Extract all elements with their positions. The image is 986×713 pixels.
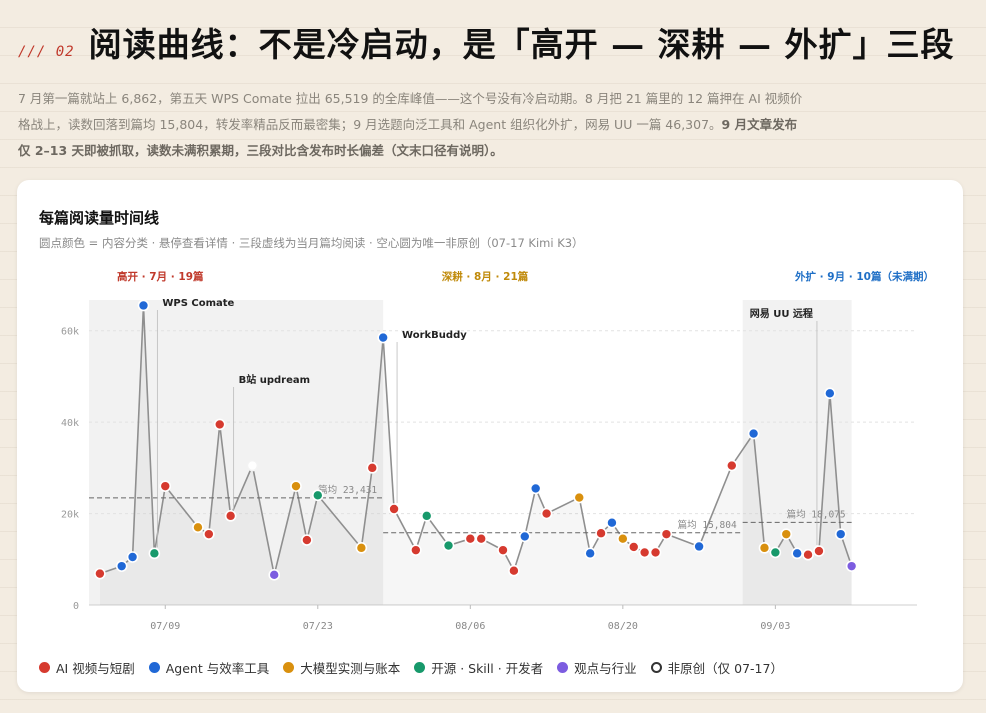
y-tick-label: 40k: [61, 418, 79, 429]
phase-mean-label-0: 篇均 23,431: [318, 484, 377, 496]
legend-item-llm: 大模型实测与账本: [283, 658, 400, 677]
data-point-llm: [780, 528, 793, 540]
data-point-ai_video: [813, 545, 825, 557]
annotation-label: WPS Comate: [162, 298, 234, 309]
legend-swatch: [414, 662, 426, 673]
category-legend: AI 视频与短剧 Agent 与效率工具 大模型实测与账本 开源 · Skill · …: [39, 658, 783, 677]
data-point-agent: [529, 482, 542, 495]
legend-item-ai_video: AI 视频与短剧: [39, 658, 135, 677]
section-label: /// 02: [18, 44, 75, 60]
data-point-ai_video: [497, 544, 509, 556]
phase-mean-label-1: 篇均 15,804: [678, 519, 737, 531]
data-point-ai_video: [649, 546, 662, 559]
page-header: /// 02 阅读曲线：不是冷启动，是「高开 — 深耕 — 外扩」三段: [18, 18, 968, 66]
data-point-ai_video: [410, 544, 422, 556]
data-point-agent: [377, 331, 389, 344]
data-point-opensource: [442, 539, 455, 552]
x-tick-label: 09/03: [760, 621, 790, 632]
data-point-llm: [617, 532, 629, 545]
legend-label: 非原创（仅 07-17）: [667, 661, 783, 676]
data-point-agent: [115, 560, 128, 572]
y-tick-label: 20k: [61, 510, 79, 521]
data-point-ai_video: [802, 548, 814, 561]
legend-label: 开源 · Skill · 开发者: [431, 661, 544, 676]
phase-label-0: 高开 · 7月 · 19篇: [117, 270, 204, 283]
data-point-agent: [606, 516, 618, 529]
y-tick-label: 0: [73, 601, 79, 612]
legend-item-nonoriginal: 非原创（仅 07-17）: [650, 658, 783, 677]
legend-label: 大模型实测与账本: [300, 661, 401, 676]
data-point-agent: [126, 551, 139, 563]
intro-paragraph: 7 月第一篇就站上 6,862，第五天 WPS Comate 拉出 65,519…: [18, 86, 808, 164]
data-point-ai_video: [224, 510, 237, 522]
x-tick-label: 07/23: [303, 621, 333, 632]
data-point-llm: [573, 491, 586, 504]
data-point-agent: [824, 387, 836, 400]
x-tick-label: 08/20: [608, 621, 638, 632]
phase-label-2: 外扩 · 9月 · 10篇（未满期）: [794, 270, 934, 283]
data-point-agent: [518, 530, 531, 543]
data-point-opinion: [268, 569, 281, 581]
data-point-nonoriginal: [246, 459, 259, 472]
y-tick-label: 60k: [61, 327, 79, 338]
data-point-opensource: [311, 489, 324, 502]
data-point-ai_video: [725, 459, 738, 472]
data-point-agent: [834, 528, 847, 540]
data-point-ai_video: [595, 527, 607, 540]
data-point-ai_video: [301, 534, 313, 546]
data-point-ai_video: [475, 532, 488, 545]
data-point-llm: [290, 480, 302, 492]
legend-swatch: [39, 662, 50, 673]
data-point-ai_video: [366, 462, 379, 474]
data-point-opensource: [148, 547, 161, 560]
data-point-opinion: [845, 560, 858, 572]
data-point-agent: [693, 540, 705, 553]
data-point-ai_video: [638, 546, 651, 559]
legend-swatch: [148, 662, 160, 673]
x-tick-label: 08/06: [455, 621, 485, 632]
data-point-agent: [747, 427, 760, 440]
page-title: 阅读曲线：不是冷启动，是「高开 — 深耕 — 外扩」三段: [88, 25, 955, 64]
legend-item-agent: Agent 与效率工具: [148, 658, 270, 677]
data-point-llm: [355, 542, 368, 554]
annotation-label: B站 updream: [239, 373, 310, 386]
data-point-ai_video: [159, 480, 172, 492]
legend-label: AI 视频与短剧: [56, 661, 135, 676]
legend-item-opensource: 开源 · Skill · 开发者: [414, 658, 543, 677]
legend-swatch: [650, 662, 662, 673]
data-point-ai_video: [627, 541, 640, 553]
reading-timeline-chart: 0 20k 40k 60k 07/09 07/23 08/06 08/20 09/03 篇均 23…: [61, 270, 934, 632]
data-point-ai_video: [203, 528, 215, 540]
annotation-label: 网易 UU 远程: [750, 307, 813, 320]
legend-swatch: [283, 662, 295, 673]
legend-item-opinion: 观点与行业: [557, 658, 637, 677]
data-point-ai_video: [660, 528, 673, 540]
intro-text: 7 月第一篇就站上 6,862，第五天 WPS Comate 拉出 65,519…: [18, 91, 803, 132]
phase-mean-label-2: 篇均 18,075: [787, 508, 846, 520]
phase-label-1: 深耕 · 8月 · 21篇: [442, 270, 529, 283]
x-tick-label: 07/09: [150, 621, 180, 632]
legend-label: Agent 与效率工具: [165, 661, 270, 676]
data-point-agent: [791, 547, 803, 560]
annotation-label: WorkBuddy: [402, 330, 467, 341]
title-row: /// 02 阅读曲线：不是冷启动，是「高开 — 深耕 — 外扩」三段: [18, 18, 968, 66]
data-point-ai_video: [464, 532, 477, 545]
data-point-llm: [758, 542, 771, 554]
data-point-opensource: [769, 546, 782, 559]
data-point-ai_video: [388, 503, 400, 515]
chart-card: 每篇阅读量时间线 圆点颜色 = 内容分类 · 悬停查看详情 · 三段虚线为当月篇…: [17, 180, 963, 692]
data-point-ai_video: [94, 567, 106, 580]
legend-swatch: [557, 662, 569, 673]
data-point-ai_video: [540, 507, 553, 520]
data-point-ai_video: [508, 564, 520, 577]
data-point-agent: [137, 299, 150, 312]
data-point-agent: [584, 547, 596, 560]
data-point-ai_video: [213, 418, 226, 431]
legend-label: 观点与行业: [574, 661, 637, 676]
data-point-opensource: [420, 510, 433, 522]
data-point-llm: [192, 521, 204, 534]
